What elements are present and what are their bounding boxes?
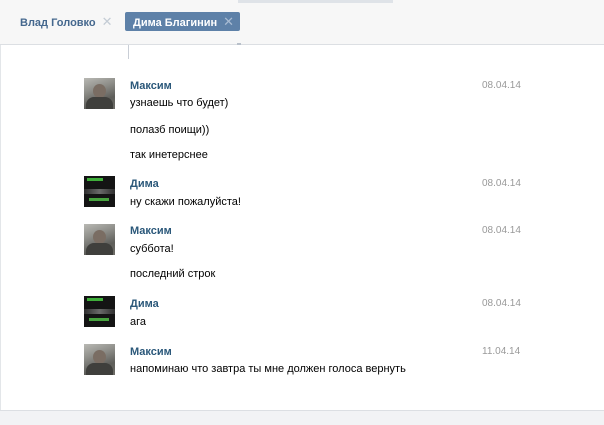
avatar-detail — [89, 198, 109, 201]
sender-name[interactable]: Дима — [130, 298, 159, 310]
avatar-detail — [87, 298, 103, 301]
divider — [128, 45, 129, 59]
message-text: ага — [130, 316, 147, 328]
dialog-tabs-bar: Влад Головко ✕ Дима Благинин ✕ — [0, 0, 604, 45]
tab-label: Влад Головко — [20, 17, 96, 29]
message-text: полазб поищи)) — [130, 124, 210, 136]
close-icon[interactable]: ✕ — [223, 14, 234, 29]
sender-name[interactable]: Дима — [130, 178, 159, 190]
sender-name[interactable]: Максим — [130, 80, 172, 92]
avatar-shoulders — [86, 363, 113, 375]
message-text: напоминаю что завтра ты мне должен голос… — [130, 363, 406, 375]
avatar-shoulders — [86, 97, 113, 109]
message-text: ну скажи пожалуйста! — [130, 196, 241, 208]
divider — [237, 43, 241, 45]
close-icon[interactable]: ✕ — [102, 14, 113, 29]
avatar-detail — [84, 309, 115, 314]
message-date[interactable]: 08.04.14 — [482, 298, 521, 309]
avatar-detail — [89, 318, 109, 321]
avatar[interactable] — [84, 296, 115, 327]
avatar[interactable] — [84, 224, 115, 255]
avatar-face — [93, 230, 106, 244]
avatar-face — [93, 84, 106, 98]
message-date[interactable]: 08.04.14 — [482, 80, 521, 91]
tab-dima-blaginin[interactable]: Дима Благинин ✕ — [125, 12, 241, 31]
message-text: так инетерснее — [130, 149, 208, 161]
message-date[interactable]: 11.04.14 — [482, 346, 520, 357]
avatar[interactable] — [84, 78, 115, 109]
message-date[interactable]: 08.04.14 — [482, 225, 521, 236]
message-date[interactable]: 08.04.14 — [482, 178, 521, 189]
tab-vlad-golovko[interactable]: Влад Головко ✕ — [16, 12, 117, 31]
avatar-detail — [84, 189, 115, 194]
top-strip — [238, 0, 393, 3]
avatar[interactable] — [84, 176, 115, 207]
avatar-detail — [87, 178, 103, 181]
avatar[interactable] — [84, 344, 115, 375]
message-text: последний строк — [130, 268, 216, 280]
avatar-shoulders — [86, 243, 113, 255]
bottom-bar — [0, 410, 604, 425]
avatar-face — [93, 350, 106, 364]
sender-name[interactable]: Максим — [130, 346, 172, 358]
message-text: суббота! — [130, 243, 174, 255]
sender-name[interactable]: Максим — [130, 225, 172, 237]
tab-label: Дима Благинин — [133, 17, 218, 29]
message-text: узнаешь что будет) — [130, 97, 229, 109]
